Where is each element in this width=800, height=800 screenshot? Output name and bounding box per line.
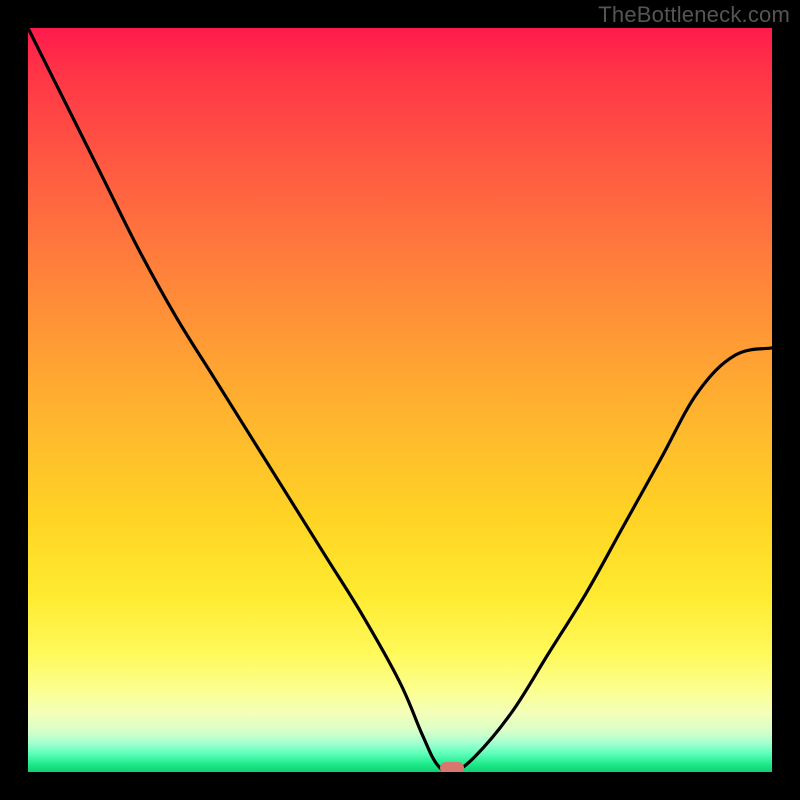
curve-path bbox=[28, 28, 772, 772]
chart-frame: TheBottleneck.com bbox=[0, 0, 800, 800]
bottleneck-curve bbox=[28, 28, 772, 772]
plot-area bbox=[28, 28, 772, 772]
optimal-point-marker bbox=[440, 762, 464, 772]
watermark-text: TheBottleneck.com bbox=[598, 2, 790, 28]
